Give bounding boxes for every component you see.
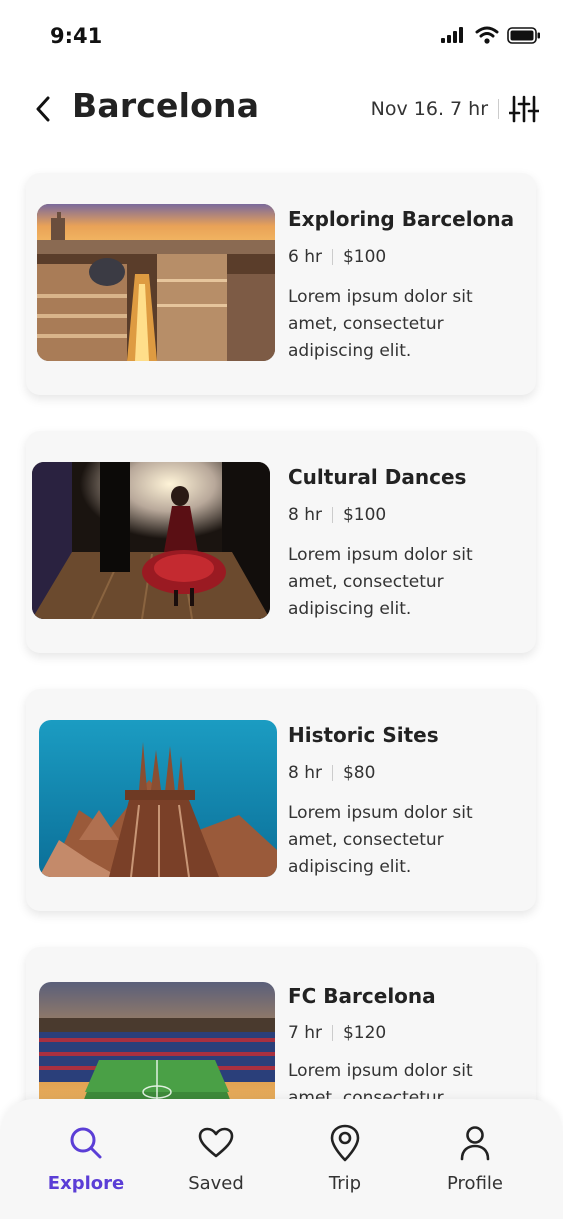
bottom-tab-bar: Explore Saved Trip Profile	[0, 1099, 563, 1219]
tour-card-historic-sites[interactable]: Historic Sites 8 hr $80 Lorem ipsum dolo…	[26, 689, 536, 911]
tour-description: Lorem ipsum dolor sit amet, consectetur …	[288, 545, 473, 619]
tab-label: Trip	[328, 1173, 362, 1194]
divider	[498, 99, 499, 119]
divider	[331, 1025, 333, 1041]
tour-meta: 6 hr $100	[288, 247, 386, 267]
tour-duration: 7 hr	[288, 1023, 322, 1043]
tour-duration: 8 hr	[288, 505, 322, 525]
tour-meta: 8 hr $100	[288, 505, 386, 525]
tour-price: $120	[342, 1023, 387, 1043]
tour-description: Lorem ipsum dolor sit amet, consectetur …	[288, 803, 473, 877]
tour-meta: 7 hr $120	[288, 1023, 386, 1043]
user-icon	[457, 1123, 493, 1163]
heart-icon	[198, 1123, 234, 1163]
tab-label: Saved	[188, 1173, 244, 1194]
header-actions: Nov 16. 7 hr	[371, 94, 539, 124]
back-button[interactable]	[30, 94, 56, 124]
header: Barcelona Nov 16. 7 hr	[0, 80, 563, 140]
tour-title: FC Barcelona	[288, 984, 436, 1008]
sliders-icon	[509, 95, 539, 123]
tab-explore[interactable]: Explore	[36, 1123, 136, 1203]
filter-button[interactable]	[509, 94, 539, 124]
divider	[331, 249, 333, 265]
tab-trip[interactable]: Trip	[295, 1123, 395, 1203]
tab-label: Profile	[447, 1173, 503, 1194]
tour-title: Historic Sites	[288, 723, 439, 747]
battery-icon	[507, 26, 540, 44]
page-title: Barcelona	[72, 86, 260, 125]
tour-price: $100	[342, 505, 387, 525]
tour-duration: 6 hr	[288, 247, 322, 267]
tour-image-sagrada-familia	[39, 720, 277, 877]
tab-label: Explore	[47, 1173, 125, 1194]
tour-card-exploring-barcelona[interactable]: Exploring Barcelona 6 hr $100 Lorem ipsu…	[26, 173, 536, 395]
status-bar: 9:41	[0, 0, 563, 72]
tour-title: Cultural Dances	[288, 465, 467, 489]
tour-card-cultural-dances[interactable]: Cultural Dances 8 hr $100 Lorem ipsum do…	[26, 431, 536, 653]
cellular-signal-icon	[441, 27, 463, 43]
tour-image-city-skyline	[37, 204, 275, 361]
tour-price: $100	[342, 247, 387, 267]
tour-title: Exploring Barcelona	[288, 207, 515, 231]
status-icons	[441, 26, 541, 44]
tab-saved[interactable]: Saved	[166, 1123, 266, 1203]
tour-price: $80	[342, 763, 376, 783]
date-duration-info: Nov 16. 7 hr	[370, 98, 488, 120]
tour-image-flamenco-dancer	[32, 462, 270, 619]
tab-profile[interactable]: Profile	[425, 1123, 525, 1203]
tour-duration: 8 hr	[288, 763, 322, 783]
wifi-icon	[475, 26, 499, 44]
chevron-left-icon	[36, 96, 50, 122]
tour-description: Lorem ipsum dolor sit amet, consectetur …	[288, 287, 473, 361]
search-icon	[68, 1123, 104, 1163]
divider	[331, 507, 333, 523]
divider	[331, 765, 333, 781]
map-pin-icon	[327, 1123, 363, 1163]
status-time: 9:41	[50, 24, 103, 48]
tour-meta: 8 hr $80	[288, 763, 375, 783]
